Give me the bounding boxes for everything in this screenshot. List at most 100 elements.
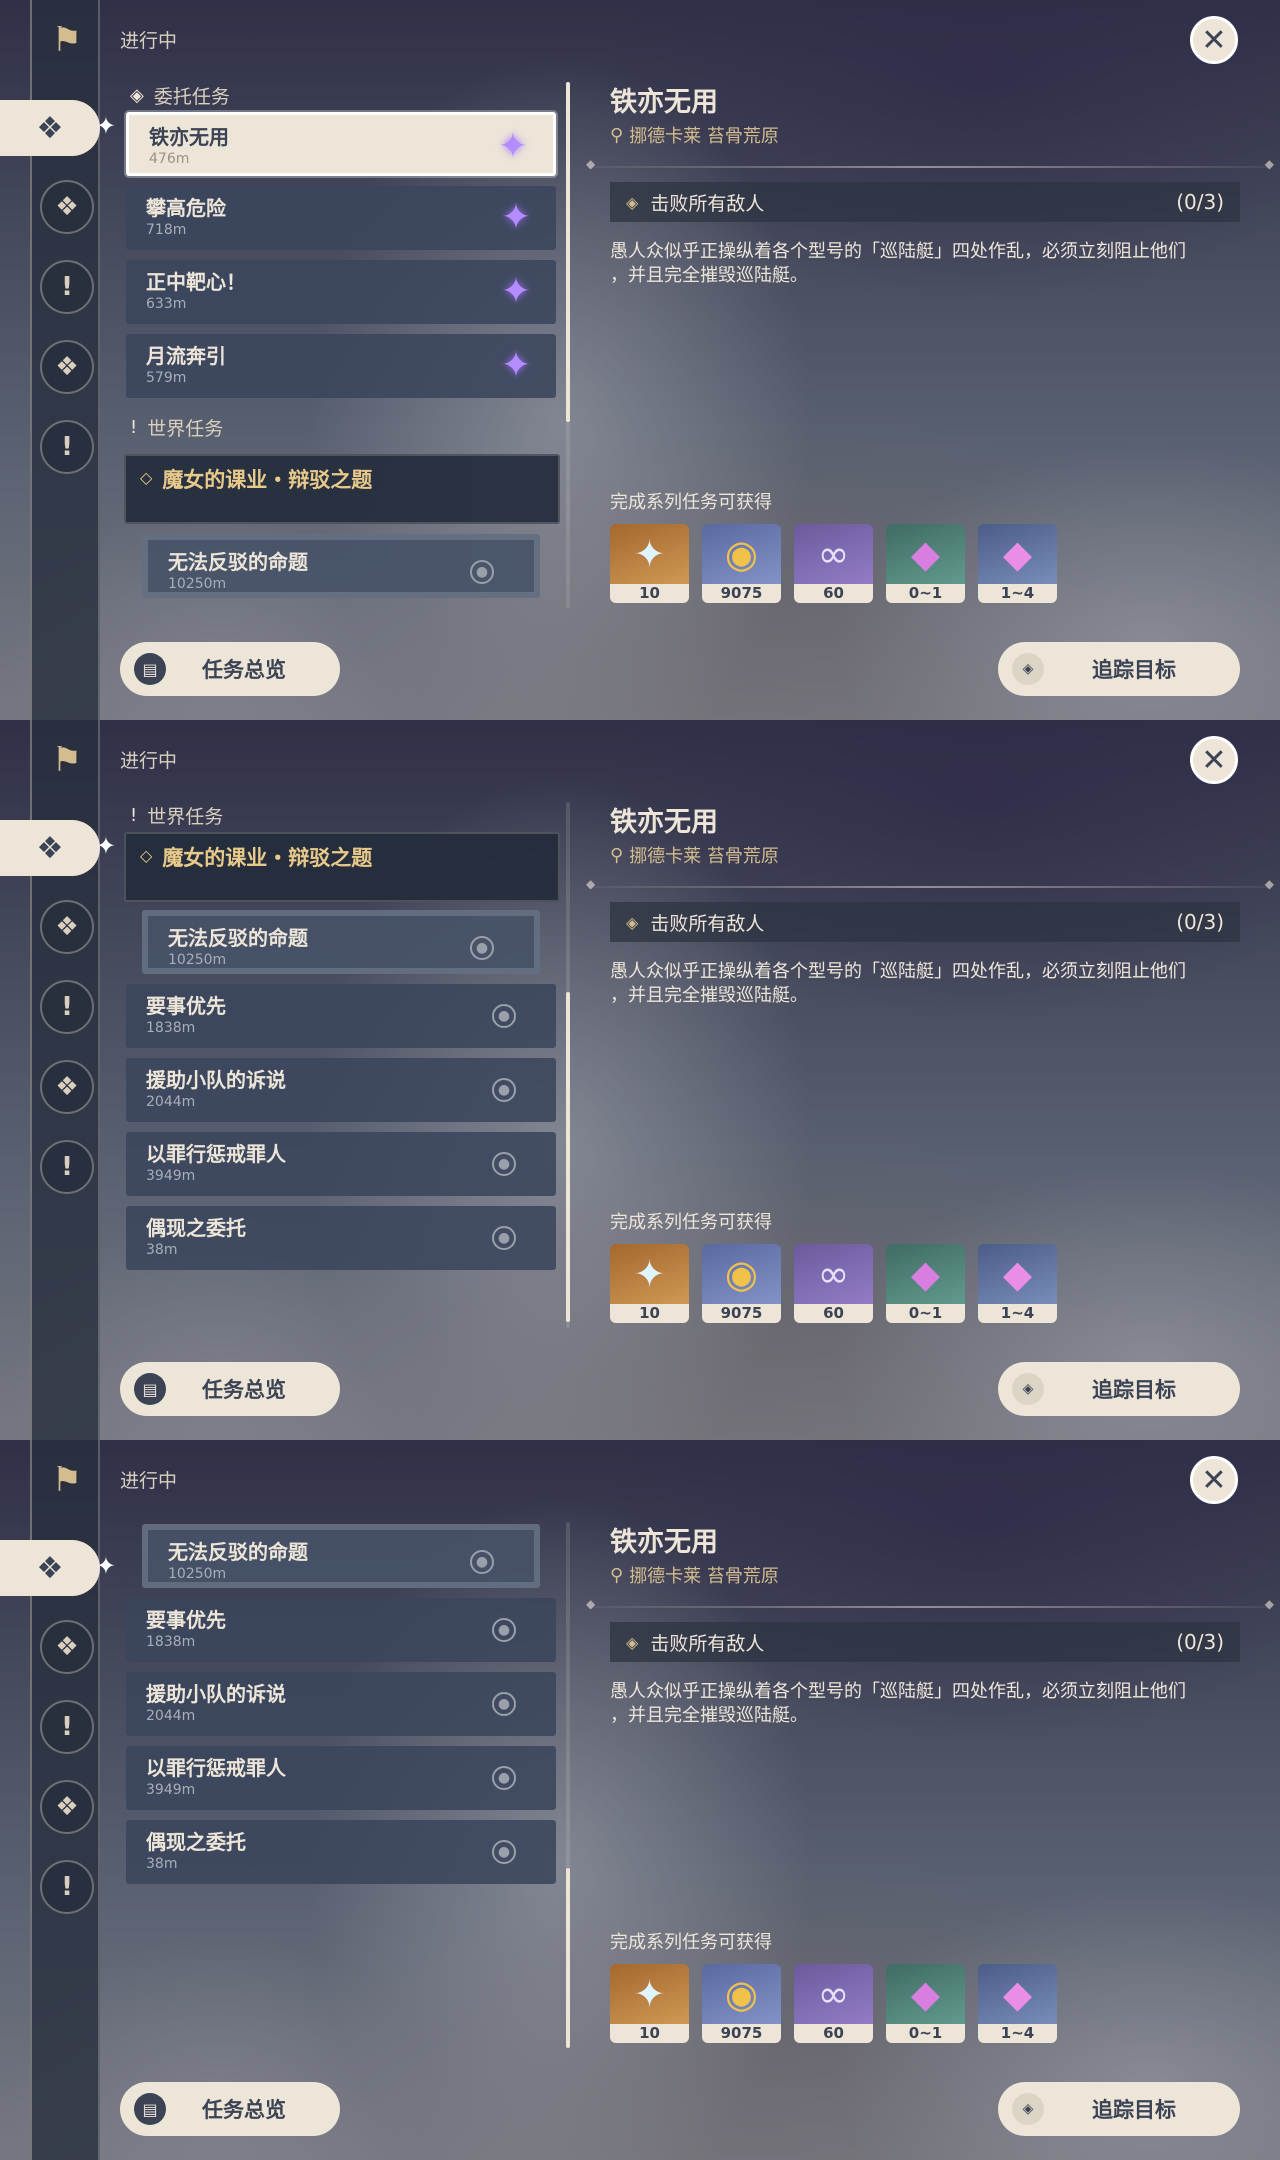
- reward-item[interactable]: ◆ 0~1: [886, 524, 965, 603]
- description: 愚人众似乎正操纵着各个型号的「巡陆艇」四处作乱，必须立刻阻止他们 ，并且完全摧毁巡…: [610, 1680, 1250, 1728]
- track-button[interactable]: ◈ 追踪目标: [998, 1362, 1240, 1416]
- scroll-thumb[interactable]: [566, 1868, 570, 2048]
- list-item[interactable]: 援助小队的诉说 2044m ●: [126, 1672, 556, 1736]
- world-quest-icon[interactable]: !: [40, 1860, 94, 1914]
- quest-title: 铁亦无用: [149, 125, 229, 149]
- objective-progress: (0/3): [1176, 1630, 1224, 1654]
- commission-star-icon: ✦: [497, 126, 529, 167]
- list-item[interactable]: 攀高危险 718m ✦: [126, 186, 556, 250]
- quest-series-header[interactable]: ◇ 魔女的课业・辩驳之题: [124, 832, 560, 902]
- reward-item[interactable]: ∞ 60: [794, 524, 873, 603]
- archon-quest-icon[interactable]: ❖: [40, 180, 94, 234]
- location-pin-icon: ⚲: [610, 844, 624, 866]
- overview-button[interactable]: ▤ 任务总览: [120, 2082, 340, 2136]
- divider: [586, 1597, 1274, 1611]
- story-quest-icon[interactable]: !: [40, 1700, 94, 1754]
- overview-icon: ▤: [134, 2093, 166, 2125]
- reward-item[interactable]: ✦ 10: [610, 524, 689, 603]
- list-item[interactable]: 铁亦无用 476m ✦: [126, 112, 556, 176]
- objective-progress: (0/3): [1176, 190, 1224, 214]
- reward-item[interactable]: ∞ 60: [794, 1964, 873, 2043]
- reward-item[interactable]: ◆ 1~4: [978, 1244, 1057, 1323]
- reward-item[interactable]: ✦ 10: [610, 1244, 689, 1323]
- reward-item[interactable]: ◆ 0~1: [886, 1244, 965, 1323]
- reward-item[interactable]: ∞ 60: [794, 1244, 873, 1323]
- close-button[interactable]: ✕: [1190, 736, 1238, 784]
- list-item[interactable]: 援助小队的诉说 2044m ●: [126, 1058, 556, 1122]
- commission-icon[interactable]: ❖ ✦: [0, 820, 116, 876]
- quest-distance: 38m: [146, 1242, 178, 1258]
- list-item[interactable]: 要事优先 1838m ●: [126, 1598, 556, 1662]
- close-button[interactable]: ✕: [1190, 1456, 1238, 1504]
- archon-quest-icon[interactable]: ❖: [40, 1620, 94, 1674]
- list-item[interactable]: 无法反驳的命题 10250m ●: [142, 1524, 540, 1588]
- rewards-row: ✦ 10 ◉ 9075 ∞ 60 ◆ 0~1 ◆ 1~4: [610, 1964, 1057, 2043]
- archon-quest-icon[interactable]: ❖: [40, 900, 94, 954]
- scrollbar[interactable]: [566, 802, 570, 1328]
- sparkle-icon: ✦: [95, 832, 116, 860]
- quest-series-header[interactable]: ◇ 魔女的课业・辩驳之题: [124, 454, 560, 524]
- reward-item[interactable]: ✦ 10: [610, 1964, 689, 2043]
- quest-list[interactable]: ◈ 委托任务 铁亦无用 476m ✦ 攀高危险 718m ✦ 正中靶心！ 633m…: [120, 80, 570, 610]
- quest-title: 偶现之委托: [146, 1216, 246, 1240]
- scrollbar[interactable]: [566, 1522, 570, 2048]
- list-item[interactable]: 偶现之委托 38m ●: [126, 1206, 556, 1270]
- quest-scroll-icon[interactable]: ⚑: [46, 1458, 88, 1502]
- event-quest-icon[interactable]: ❖: [40, 340, 94, 394]
- commission-star-icon: ✦: [500, 197, 532, 238]
- close-icon: ✕: [1201, 742, 1227, 778]
- list-item[interactable]: 要事优先 1838m ●: [126, 984, 556, 1048]
- close-button[interactable]: ✕: [1190, 16, 1238, 64]
- quest-distance: 1838m: [146, 1020, 196, 1036]
- objective-text: 击败所有敌人: [650, 912, 765, 935]
- quest-list[interactable]: 无法反驳的命题 10250m ● 要事优先 1838m ● 援助小队的诉说 20…: [120, 1520, 570, 2050]
- reward-item[interactable]: ◉ 9075: [702, 1244, 781, 1323]
- reward-item[interactable]: ◉ 9075: [702, 524, 781, 603]
- reward-item[interactable]: ◆ 1~4: [978, 524, 1057, 603]
- location-text: 挪德卡莱 苔骨荒原: [629, 846, 779, 867]
- objective-diamond-icon: ◈: [626, 912, 639, 932]
- world-quest-icon[interactable]: !: [40, 1140, 94, 1194]
- list-item[interactable]: 无法反驳的命题 10250m ●: [142, 534, 540, 598]
- detail-location: ⚲ 挪德卡莱 苔骨荒原: [610, 122, 779, 148]
- scrollbar[interactable]: [566, 82, 570, 608]
- status-label: 进行中: [120, 750, 178, 772]
- track-button[interactable]: ◈ 追踪目标: [998, 2082, 1240, 2136]
- list-item[interactable]: 正中靶心！ 633m ✦: [126, 260, 556, 324]
- location-pin-icon: ●: [492, 1078, 516, 1102]
- scroll-thumb[interactable]: [566, 82, 570, 422]
- quest-scroll-icon[interactable]: ⚑: [46, 738, 88, 782]
- overview-button[interactable]: ▤ 任务总览: [120, 642, 340, 696]
- list-item[interactable]: 无法反驳的命题 10250m ●: [142, 910, 540, 974]
- list-item[interactable]: 以罪行惩戒罪人 3949m ●: [126, 1746, 556, 1810]
- event-quest-icon[interactable]: ❖: [40, 1780, 94, 1834]
- commission-icon[interactable]: ❖ ✦: [0, 100, 116, 156]
- reward-count: 60: [794, 1304, 873, 1323]
- reward-item[interactable]: ◉ 9075: [702, 1964, 781, 2043]
- commission-small-icon: ◈: [130, 84, 144, 106]
- quest-title: 援助小队的诉说: [146, 1068, 286, 1092]
- description-line: ，并且完全摧毁巡陆艇。: [610, 1705, 808, 1726]
- overview-button[interactable]: ▤ 任务总览: [120, 1362, 340, 1416]
- series-diamond-icon: ◇: [140, 846, 153, 865]
- track-button[interactable]: ◈ 追踪目标: [998, 642, 1240, 696]
- list-item[interactable]: 以罪行惩戒罪人 3949m ●: [126, 1132, 556, 1196]
- quest-scroll-icon[interactable]: ⚑: [46, 18, 88, 62]
- story-quest-icon[interactable]: !: [40, 980, 94, 1034]
- quest-title: 无法反驳的命题: [168, 926, 308, 950]
- world-quest-small-icon: !: [130, 416, 138, 438]
- reward-item[interactable]: ◆ 1~4: [978, 1964, 1057, 2043]
- event-quest-icon[interactable]: ❖: [40, 1060, 94, 1114]
- objective-text: 击败所有敌人: [650, 1632, 765, 1655]
- quest-title: 偶现之委托: [146, 1830, 246, 1854]
- list-item[interactable]: 偶现之委托 38m ●: [126, 1820, 556, 1884]
- world-quest-icon[interactable]: !: [40, 420, 94, 474]
- scroll-thumb[interactable]: [566, 992, 570, 1322]
- quest-list[interactable]: ! 世界任务 ◇ 魔女的课业・辩驳之题 无法反驳的命题 10250m ● 要事优先…: [120, 800, 570, 1330]
- quest-title: 无法反驳的命题: [168, 1540, 308, 1564]
- story-quest-icon[interactable]: !: [40, 260, 94, 314]
- list-item[interactable]: 月流奔引 579m ✦: [126, 334, 556, 398]
- rewards-row: ✦ 10 ◉ 9075 ∞ 60 ◆ 0~1 ◆ 1~4: [610, 1244, 1057, 1323]
- commission-icon[interactable]: ❖ ✦: [0, 1540, 116, 1596]
- reward-item[interactable]: ◆ 0~1: [886, 1964, 965, 2043]
